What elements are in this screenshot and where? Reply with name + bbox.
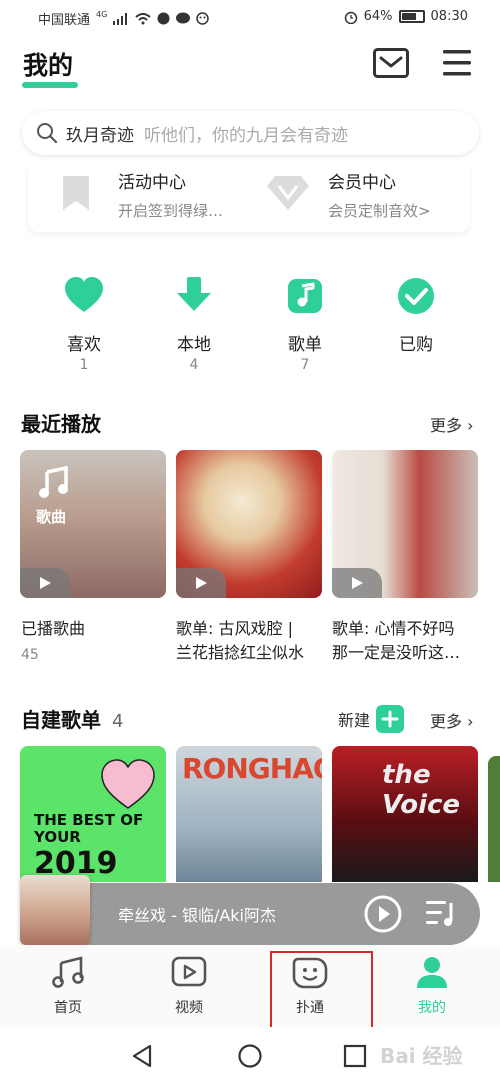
quick-local[interactable]: 本地 4 xyxy=(154,276,234,376)
recent-caption-2b: 兰花指捻红尘似水 xyxy=(176,643,305,662)
status-bar: 中国联通 4G 64% 08:30 xyxy=(0,0,500,34)
recent-tile-overlay-label: 歌曲 xyxy=(36,508,67,526)
title-underline xyxy=(22,82,78,88)
custom-tile-best-of-2019[interactable]: THE BEST OF YOUR 2019 xyxy=(20,746,166,882)
signal-icon xyxy=(113,12,128,25)
new-playlist-label: 新建 xyxy=(338,711,371,730)
custom-more-link[interactable]: 更多 › xyxy=(430,708,474,732)
custom-tile-peek[interactable] xyxy=(488,756,500,882)
home-icon[interactable] xyxy=(237,1043,263,1069)
music-note-icon xyxy=(52,956,84,988)
menu-icon[interactable] xyxy=(441,48,473,78)
battery-icon xyxy=(398,10,425,23)
search-query: 玖月奇迹 xyxy=(66,125,134,146)
back-icon[interactable] xyxy=(130,1043,156,1069)
battery-percent: 64% xyxy=(363,9,393,24)
player-album-art[interactable] xyxy=(20,875,90,945)
smile-status-icon xyxy=(196,12,210,25)
tab-mine-label: 我的 xyxy=(418,1000,446,1016)
carrier-label: 中国联通 xyxy=(38,13,91,28)
diamond-icon xyxy=(267,176,309,210)
header: 我的 xyxy=(0,40,500,100)
member-center-subtitle: 会员定制音效> xyxy=(328,202,431,220)
feature-cards: 活动中心 开启签到得绿… 会员中心 会员定制音效> xyxy=(28,160,470,232)
quick-playlists-label: 歌单 xyxy=(288,335,322,355)
recents-icon[interactable] xyxy=(343,1044,367,1068)
recent-count-1: 45 xyxy=(21,647,39,663)
playlist-queue-icon[interactable] xyxy=(424,897,458,931)
music-note-icon xyxy=(288,279,322,313)
recent-more-link[interactable]: 更多 › xyxy=(430,412,474,436)
bookmark-icon xyxy=(63,176,89,210)
music-note-icon xyxy=(39,466,68,498)
custom-tile-the-voice[interactable]: the Voice xyxy=(332,746,478,882)
recent-section-title: 最近播放 xyxy=(21,412,101,436)
download-icon xyxy=(177,277,211,311)
recent-tile-playlist-gufeng[interactable] xyxy=(176,450,322,598)
tab-mine[interactable]: 我的 xyxy=(392,955,472,1021)
quick-favorites-label: 喜欢 xyxy=(67,335,101,355)
chevron-right-icon: › xyxy=(467,416,474,435)
play-icon[interactable] xyxy=(20,568,70,598)
recent-caption-1: 已播歌曲 xyxy=(21,619,86,638)
wifi-icon xyxy=(135,12,151,24)
alarm-icon xyxy=(344,11,357,24)
search-icon xyxy=(37,123,58,144)
tile-ronghao-text: RONGHAO xyxy=(182,752,322,785)
search-bar[interactable]: 玖月奇迹 听他们，你的九月会有奇迹 xyxy=(22,111,479,155)
recent-tile-played-songs[interactable]: 歌曲 xyxy=(20,450,166,598)
custom-more-label: 更多 xyxy=(430,712,463,731)
clock: 08:30 xyxy=(430,9,468,24)
recent-caption-3b: 那一定是没听这… xyxy=(332,643,461,662)
search-hint: 听他们，你的九月会有奇迹 xyxy=(144,125,348,146)
quick-playlists[interactable]: 歌单 7 xyxy=(265,276,345,376)
new-playlist-button[interactable]: 新建 xyxy=(338,705,405,733)
chevron-right-icon: › xyxy=(467,712,474,731)
play-icon[interactable] xyxy=(176,568,226,598)
custom-section-title: 自建歌单 4 xyxy=(21,704,123,733)
highlight-annotation-box xyxy=(270,951,373,1037)
quick-purchased[interactable]: 已购 xyxy=(376,276,456,376)
quick-purchased-label: 已购 xyxy=(399,335,433,355)
tile-best-of-text: THE BEST OF YOUR xyxy=(34,811,144,846)
quick-favorites-count: 1 xyxy=(79,357,89,373)
user-icon xyxy=(417,957,447,988)
custom-count: 4 xyxy=(111,711,124,732)
tab-home-label: 首页 xyxy=(54,1000,82,1016)
check-icon xyxy=(398,278,434,314)
mail-icon[interactable] xyxy=(373,48,409,78)
globe-icon xyxy=(157,12,170,25)
activity-center-card[interactable]: 活动中心 开启签到得绿… xyxy=(28,164,248,228)
video-icon xyxy=(171,956,207,987)
quick-favorites[interactable]: 喜欢 1 xyxy=(44,276,124,376)
tab-video[interactable]: 视频 xyxy=(149,955,229,1021)
message-icon xyxy=(176,12,191,24)
custom-title-label: 自建歌单 xyxy=(21,708,101,732)
plus-icon xyxy=(376,705,405,733)
heart-icon xyxy=(65,277,103,312)
play-icon[interactable] xyxy=(363,894,403,934)
tab-video-label: 视频 xyxy=(175,1000,203,1016)
quick-local-count: 4 xyxy=(189,357,199,373)
quick-playlists-count: 7 xyxy=(300,357,310,373)
recent-more-label: 更多 xyxy=(430,416,463,435)
member-center-title: 会员中心 xyxy=(328,173,396,193)
play-icon[interactable] xyxy=(332,568,382,598)
custom-tile-ronghao[interactable]: RONGHAO xyxy=(176,746,322,882)
bottom-tab-bar: 首页 视频 扑通 我的 xyxy=(0,945,500,1027)
player-song-title: 牵丝戏 - 银临/Aki阿杰 xyxy=(118,906,276,925)
network-label: 4G xyxy=(96,10,108,19)
activity-center-title: 活动中心 xyxy=(118,173,186,193)
recent-tile-playlist-mood[interactable] xyxy=(332,450,478,598)
member-center-card[interactable]: 会员中心 会员定制音效> xyxy=(253,164,470,228)
activity-center-subtitle: 开启签到得绿… xyxy=(118,202,224,220)
recent-caption-3a: 歌单: 心情不好吗 xyxy=(332,619,455,638)
heart-icon xyxy=(101,759,155,809)
quick-local-label: 本地 xyxy=(177,335,211,355)
recent-caption-2a: 歌单: 古风戏腔 | xyxy=(176,619,293,638)
watermark: Bai 经验 xyxy=(380,1044,463,1068)
page-title: 我的 xyxy=(23,51,74,80)
tab-home[interactable]: 首页 xyxy=(28,955,108,1021)
tile-voice-text: the Voice xyxy=(382,760,461,820)
